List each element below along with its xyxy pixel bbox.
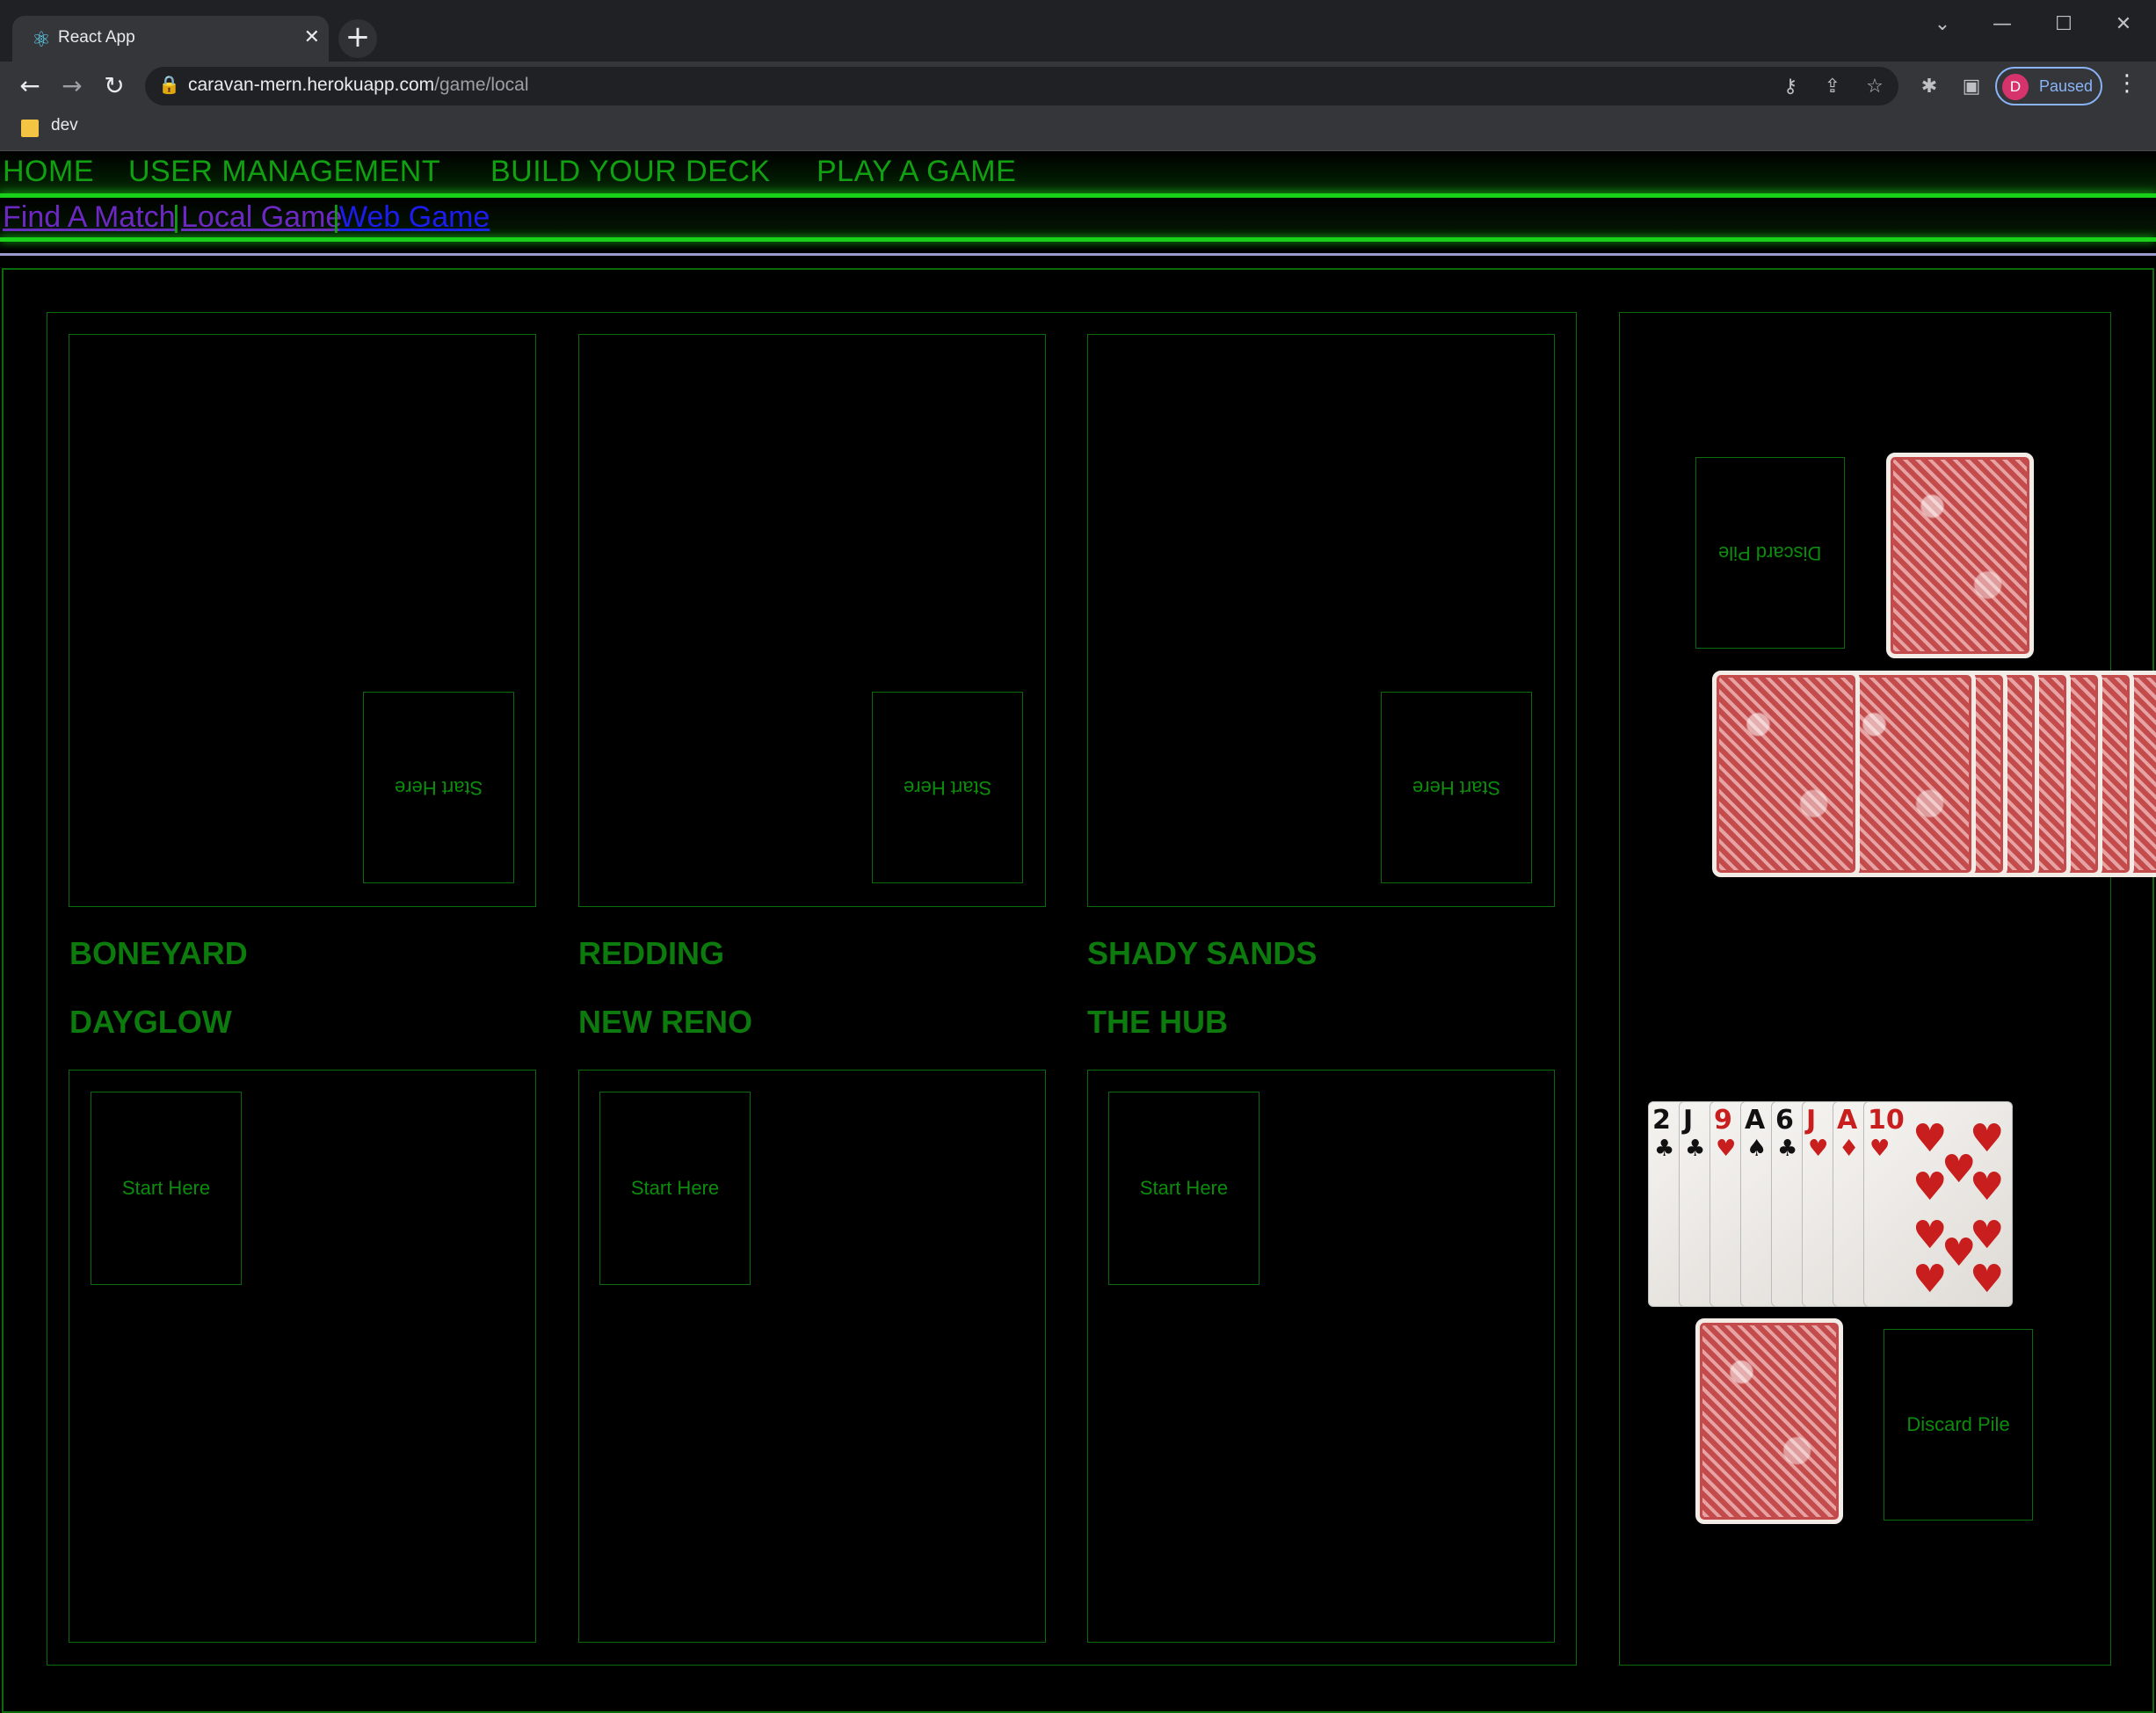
browser-tab[interactable]: ⚛ React App ✕ [12,16,329,63]
bookmark-dev[interactable]: dev [51,116,78,135]
minimize-icon[interactable]: — [1976,7,2029,42]
new-tab-button[interactable]: + [338,19,377,58]
heart-icon: ♥ [1970,1257,2005,1302]
player-deck[interactable] [1695,1318,1843,1524]
profile-status: Paused [2039,77,2094,95]
avatar: D [2002,74,2029,100]
nav-home[interactable]: HOME [3,155,94,189]
start-here-slot[interactable]: Start Here [872,692,1023,883]
subnav-divider [0,237,2156,242]
start-here-slot[interactable]: Start Here [363,692,514,883]
card-suit-icon: ♥ [1808,1136,1829,1162]
start-here-slot[interactable]: Start Here [91,1092,242,1285]
key-icon[interactable]: ⚷ [1775,72,1805,102]
side-panel-icon[interactable]: ▣ [1956,72,1986,102]
caravan-name: REDDING [578,935,725,971]
card-rank: J [1683,1105,1694,1136]
opponent-deck[interactable] [1886,453,2034,658]
start-here-slot[interactable]: Start Here [599,1092,751,1285]
card-rank: 2 [1652,1105,1671,1136]
react-icon: ⚛ [32,27,51,52]
link-web-game[interactable]: Web Game [339,200,490,235]
page-divider [0,253,2156,256]
opponent-discard-pile[interactable]: Discard Pile [1695,457,1845,649]
separator: | [172,200,180,234]
link-find-match[interactable]: Find A Match [3,200,176,235]
heart-icon: ♥ [1913,1257,1948,1302]
share-icon[interactable]: ⇪ [1818,72,1847,102]
start-here-slot[interactable]: Start Here [1108,1092,1259,1285]
forward-icon[interactable]: → [54,69,90,104]
reload-icon[interactable]: ↻ [97,69,132,104]
tab-search-icon[interactable]: ⌄ [1916,7,1969,42]
maximize-icon[interactable]: ☐ [2037,7,2090,42]
card-suit-icon: ♣ [1777,1136,1798,1162]
caravan-name: SHADY SANDS [1087,935,1318,971]
heart-icon: ♥ [1942,1147,1977,1192]
card-rank: 10 [1868,1105,1905,1136]
nav-user-management[interactable]: USER MANAGEMENT [128,155,440,189]
profile-button[interactable]: D Paused [1995,67,2102,105]
back-icon[interactable]: ← [12,69,47,104]
start-here-slot[interactable]: Start Here [1381,692,1532,883]
card-suit-icon: ♣ [1654,1136,1675,1162]
tab-title: React App [58,28,135,47]
window-close-icon[interactable]: ✕ [2097,7,2150,42]
card-suit-icon: ♠ [1746,1136,1768,1162]
card-rank: A [1837,1105,1858,1136]
card-suit-icon: ♦ [1839,1136,1860,1162]
tab-close-icon[interactable]: ✕ [304,26,320,48]
caravan-name: DAYGLOW [69,1004,232,1040]
browser-menu-icon[interactable]: ⋮ [2114,70,2140,102]
card-suit-icon: ♣ [1685,1136,1706,1162]
deck-area [1619,312,2111,1666]
url-text[interactable]: caravan-mern.herokuapp.com/game/local [188,75,529,96]
card-rank: J [1806,1105,1817,1136]
folder-icon[interactable] [21,120,39,137]
lock-icon[interactable]: 🔒 [158,74,180,95]
opponent-hand-card [1712,671,1860,877]
nav-play-game[interactable]: PLAY A GAME [817,155,1016,189]
card-rank: 9 [1714,1105,1732,1136]
card-suit-icon: ♥ [1716,1136,1737,1162]
player-discard-pile[interactable]: Discard Pile [1884,1329,2033,1521]
card-suit-icon: ♥ [1869,1136,1891,1162]
card-rank: A [1745,1105,1766,1136]
bookmarks-bar [0,113,2156,151]
player-hand-card[interactable]: 10 ♥ ♥ ♥ ♥ ♥ ♥ ♥ ♥ ♥ ♥ ♥ [1863,1101,2013,1307]
extensions-icon[interactable]: ✱ [1914,72,1944,102]
caravan-name: BONEYARD [69,935,248,971]
caravan-name: NEW RENO [578,1004,752,1040]
card-rank: 6 [1775,1105,1794,1136]
nav-build-deck[interactable]: BUILD YOUR DECK [490,155,771,189]
star-icon[interactable]: ☆ [1860,72,1890,102]
caravan-name: THE HUB [1087,1004,1228,1040]
link-local-game[interactable]: Local Game [181,200,342,235]
